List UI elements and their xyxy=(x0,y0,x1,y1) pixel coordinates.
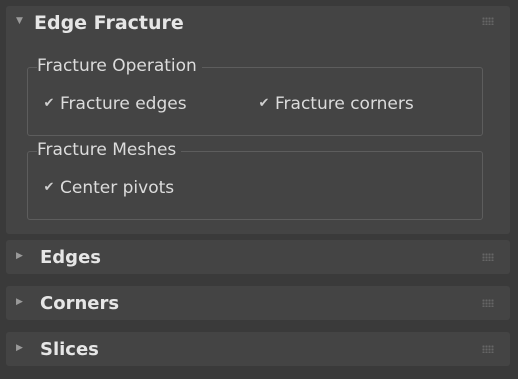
grip-dots-icon[interactable] xyxy=(482,299,494,307)
expand-arrow-icon[interactable]: ▶ xyxy=(16,298,23,307)
checkbox-label: Fracture corners xyxy=(275,94,414,114)
checkbox-fracture-corners[interactable]: ✔ Fracture corners xyxy=(257,94,414,114)
rollout-title: Slices xyxy=(40,339,99,360)
grip-dots-icon[interactable] xyxy=(482,17,494,25)
checkmark-icon: ✔ xyxy=(43,96,55,111)
checkmark-icon: ✔ xyxy=(43,180,55,195)
checkbox-fracture-edges[interactable]: ✔ Fracture edges xyxy=(42,94,187,114)
group-fracture-meshes: Fracture Meshes ✔ Center pivots xyxy=(27,140,483,220)
checkbox-label: Center pivots xyxy=(60,178,175,198)
grip-dots-icon[interactable] xyxy=(482,345,494,353)
checkbox-label: Fracture edges xyxy=(60,94,187,114)
rollout-edges[interactable]: ▶ Edges xyxy=(6,240,510,274)
rollout-edge-fracture: ▼ Edge Fracture Fracture Operation ✔ Fra… xyxy=(6,6,510,234)
group-label: Fracture Operation xyxy=(37,56,202,76)
group-label: Fracture Meshes xyxy=(37,140,182,160)
rollout-slices[interactable]: ▶ Slices xyxy=(6,332,510,366)
rollout-title: Corners xyxy=(40,293,120,314)
group-fracture-operation: Fracture Operation ✔ Fracture edges ✔ Fr… xyxy=(27,56,483,136)
grip-dots-icon[interactable] xyxy=(482,253,494,261)
rollout-corners[interactable]: ▶ Corners xyxy=(6,286,510,320)
expand-arrow-icon[interactable]: ▼ xyxy=(16,17,23,26)
checkbox-center-pivots[interactable]: ✔ Center pivots xyxy=(42,178,175,198)
checkmark-icon: ✔ xyxy=(258,96,270,111)
rollout-header-edge-fracture[interactable]: ▼ Edge Fracture xyxy=(6,6,510,40)
modifier-panel: ▼ Edge Fracture Fracture Operation ✔ Fra… xyxy=(0,0,518,379)
expand-arrow-icon[interactable]: ▶ xyxy=(16,252,23,261)
expand-arrow-icon[interactable]: ▶ xyxy=(16,344,23,353)
rollout-title: Edge Fracture xyxy=(34,12,184,34)
rollout-title: Edges xyxy=(40,247,101,268)
